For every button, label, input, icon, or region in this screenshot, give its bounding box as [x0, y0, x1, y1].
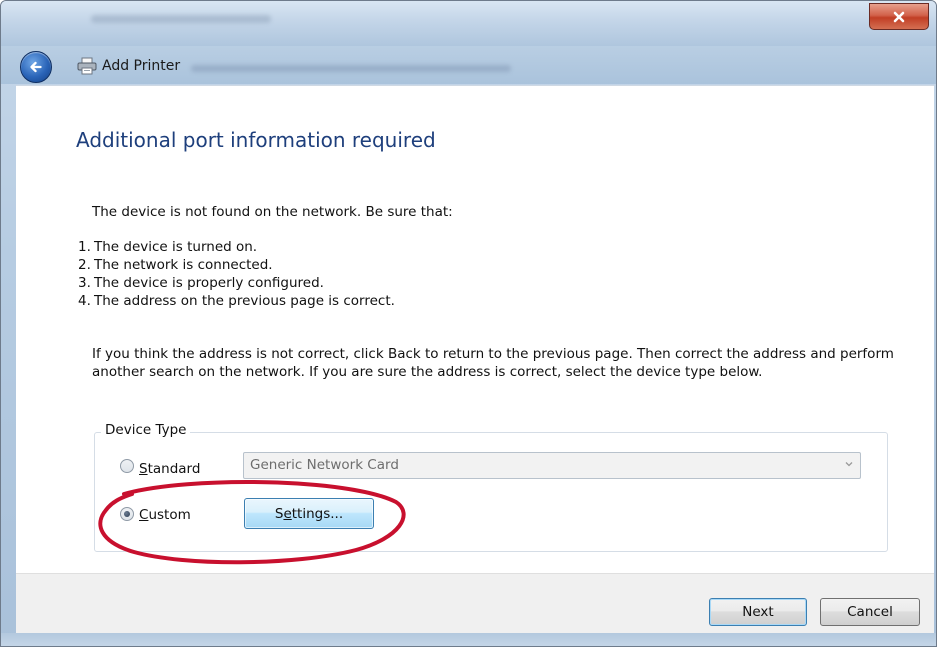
list-item: 3. The device is properly configured.: [78, 275, 324, 291]
red-highlight-circle: [98, 480, 406, 565]
blurred-background-text: [191, 65, 511, 72]
list-item: 1. The device is turned on.: [78, 239, 258, 255]
list-item: 4. The address on the previous page is co…: [78, 293, 395, 309]
wizard-footer: Next Cancel: [16, 573, 934, 634]
explanation-text: If you think the address is not correct,…: [92, 346, 894, 380]
next-button[interactable]: Next: [709, 598, 807, 626]
back-button[interactable]: [20, 51, 52, 83]
title-bar: [1, 1, 936, 46]
wizard-content: Additional port information required The…: [16, 85, 934, 574]
close-icon: [893, 11, 905, 22]
add-printer-window: Add Printer Additional port information …: [0, 0, 937, 647]
printer-icon: [77, 57, 97, 75]
page-heading: Additional port information required: [76, 128, 436, 152]
chevron-down-icon: [845, 462, 853, 467]
back-arrow-icon: [30, 61, 42, 73]
checklist: 1. The device is turned on. 2. The network…: [78, 238, 395, 310]
blurred-background-text: [91, 15, 271, 23]
window-frame-bottom: [1, 633, 936, 646]
list-item: 2. The network is connected.: [78, 257, 273, 273]
window-title: Add Printer: [102, 58, 181, 74]
cancel-button[interactable]: Cancel: [820, 598, 920, 626]
standard-radio-label[interactable]: Standard: [139, 461, 200, 477]
device-type-select[interactable]: Generic Network Card: [243, 452, 861, 479]
intro-text: The device is not found on the network. …: [92, 204, 453, 220]
device-type-select-value: Generic Network Card: [250, 457, 399, 473]
close-button[interactable]: [869, 3, 929, 30]
standard-radio[interactable]: [120, 459, 134, 473]
device-type-legend: Device Type: [101, 422, 191, 438]
